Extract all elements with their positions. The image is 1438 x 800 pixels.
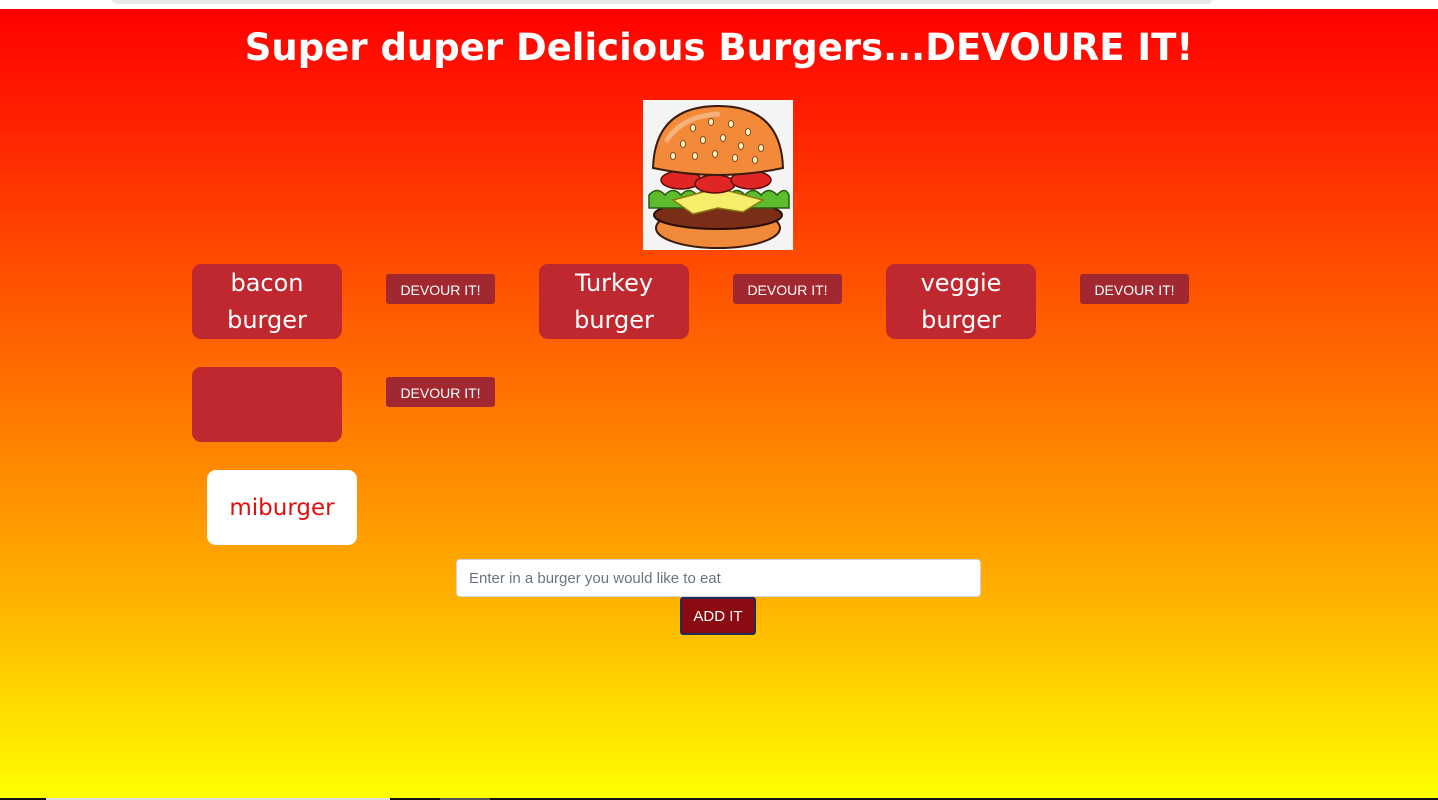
burger-card: bacon burger [192, 264, 342, 339]
add-burger-button[interactable]: ADD IT [680, 597, 756, 635]
burger-input[interactable] [456, 559, 981, 597]
page-title: Super duper Delicious Burgers...DEVOURE … [244, 26, 1194, 69]
burger-card [192, 367, 342, 442]
burger-icon [648, 104, 790, 249]
browser-top-bar [0, 0, 1438, 9]
devour-button[interactable]: DEVOUR IT! [733, 274, 842, 304]
devoured-burger-card: miburger [207, 470, 357, 545]
burger-card: Turkey burger [539, 264, 689, 339]
devour-button[interactable]: DEVOUR IT! [386, 274, 495, 304]
burger-card: veggie burger [886, 264, 1036, 339]
browser-tab-strip [112, 0, 1212, 4]
devour-button[interactable]: DEVOUR IT! [386, 377, 495, 407]
burger-logo [643, 100, 793, 250]
devour-button[interactable]: DEVOUR IT! [1080, 274, 1189, 304]
